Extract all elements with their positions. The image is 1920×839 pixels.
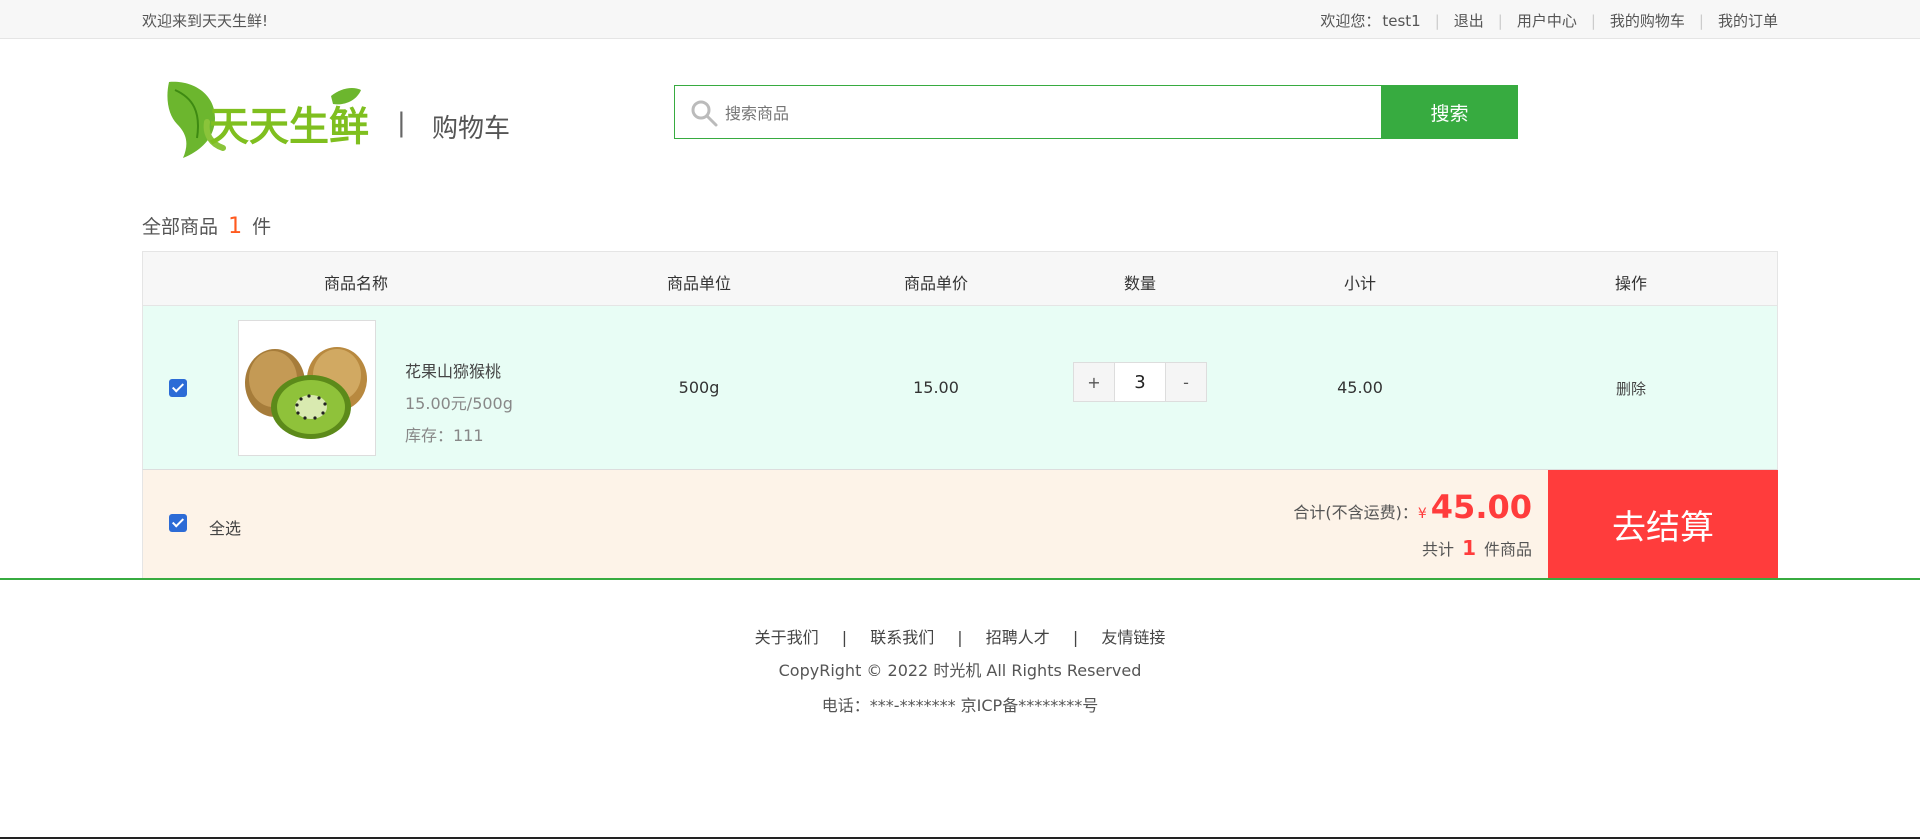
product-name[interactable]: 花果山猕猴桃 <box>405 358 501 382</box>
total-value: 45.00 <box>1430 488 1532 526</box>
currency-symbol: ¥ <box>1417 506 1427 522</box>
checkout-button[interactable]: 去结算 <box>1548 470 1778 578</box>
decrease-button[interactable]: - <box>1165 362 1207 402</box>
careers-link[interactable]: 招聘人才 <box>986 628 1050 647</box>
cart-count: 全部商品 1 件 <box>142 212 271 239</box>
my-orders-link[interactable]: 我的订单 <box>1718 10 1778 31</box>
col-action: 操作 <box>1614 274 1648 293</box>
copyright-text: CopyRight © 2022 时光机 All Rights Reserved <box>778 661 1142 680</box>
col-subtotal: 小计 <box>1343 274 1377 293</box>
items-prefix: 共计 <box>1422 540 1455 559</box>
search-bar: 搜索 <box>674 85 1518 139</box>
leaf-logo-icon: 天天生鲜 <box>167 81 369 158</box>
quantity-stepper: + 3 - <box>1073 362 1207 402</box>
product-image[interactable] <box>238 320 376 456</box>
kiwi-image <box>245 347 367 439</box>
header-divider: | <box>397 108 406 138</box>
my-cart-link[interactable]: 我的购物车 <box>1610 10 1685 31</box>
footer-divider-line <box>0 578 1920 580</box>
count-number: 1 <box>228 214 243 239</box>
cart-table: 商品名称 商品单位 商品单价 数量 小计 操作 花果山猕猴桃 15.00元/50… <box>142 251 1778 578</box>
footer-links: 关于我们 | 联系我们 | 招聘人才 | 友情链接 <box>754 628 1166 647</box>
increase-button[interactable]: + <box>1073 362 1115 402</box>
total-label: 合计(不含运费)： <box>1293 503 1418 522</box>
product-stock: 库存：111 <box>405 426 484 445</box>
top-nav: 欢迎您： test1 | 退出 | 用户中心 | 我的购物车 | 我的订单 <box>1320 10 1778 31</box>
col-name: 商品名称 <box>323 274 389 293</box>
top-bar: 欢迎来到天天生鲜! 欢迎您： test1 | 退出 | 用户中心 | 我的购物车… <box>0 0 1920 39</box>
select-all-label[interactable]: 全选 <box>209 515 241 539</box>
logo-text: 天天生鲜 <box>209 104 369 150</box>
search-icon <box>691 100 718 127</box>
col-unit: 商品单位 <box>666 274 732 293</box>
friend-links-link[interactable]: 友情链接 <box>1101 628 1165 647</box>
logout-link[interactable]: 退出 <box>1454 10 1484 31</box>
user-center-link[interactable]: 用户中心 <box>1517 10 1577 31</box>
item-checkbox[interactable] <box>169 379 187 397</box>
col-price: 商品单价 <box>903 274 969 293</box>
search-button[interactable]: 搜索 <box>1381 85 1518 139</box>
welcome-text: 欢迎来到天天生鲜! <box>142 12 269 30</box>
table-header: 商品名称 商品单位 商品单价 数量 小计 操作 <box>142 251 1778 306</box>
about-us-link[interactable]: 关于我们 <box>755 628 819 647</box>
product-price: 15.00 <box>913 378 959 397</box>
quantity-input[interactable]: 3 <box>1115 362 1165 402</box>
product-price-unit: 15.00元/500g <box>405 394 513 413</box>
product-unit: 500g <box>678 378 720 397</box>
total-amount: 合计(不含运费)： ¥ 45.00 <box>1293 488 1532 526</box>
col-quantity: 数量 <box>1123 274 1157 293</box>
username: test1 <box>1382 11 1421 30</box>
site-logo[interactable]: 天天生鲜 <box>163 78 373 160</box>
items-count: 1 <box>1462 536 1476 560</box>
page-title: 购物车 <box>432 114 511 144</box>
search-input[interactable] <box>723 88 1327 138</box>
contact-info: 电话：***-******* 京ICP备********号 <box>821 696 1099 715</box>
delete-link[interactable]: 删除 <box>1616 378 1646 399</box>
items-suffix: 件商品 <box>1483 540 1532 559</box>
item-subtotal: 45.00 <box>1337 378 1383 397</box>
count-suffix: 件 <box>252 216 272 238</box>
select-all-checkbox[interactable] <box>169 514 187 532</box>
contact-us-link[interactable]: 联系我们 <box>870 628 934 647</box>
cart-summary: 全选 合计(不含运费)： ¥ 45.00 共计 1 件商品 去结算 <box>142 470 1778 578</box>
count-prefix: 全部商品 <box>142 216 219 238</box>
greeting-label: 欢迎您： <box>1320 12 1381 30</box>
item-count-summary: 共计 1 件商品 <box>1422 536 1532 560</box>
table-row: 花果山猕猴桃 15.00元/500g 库存：111 500g 15.00 + 3… <box>142 306 1778 470</box>
